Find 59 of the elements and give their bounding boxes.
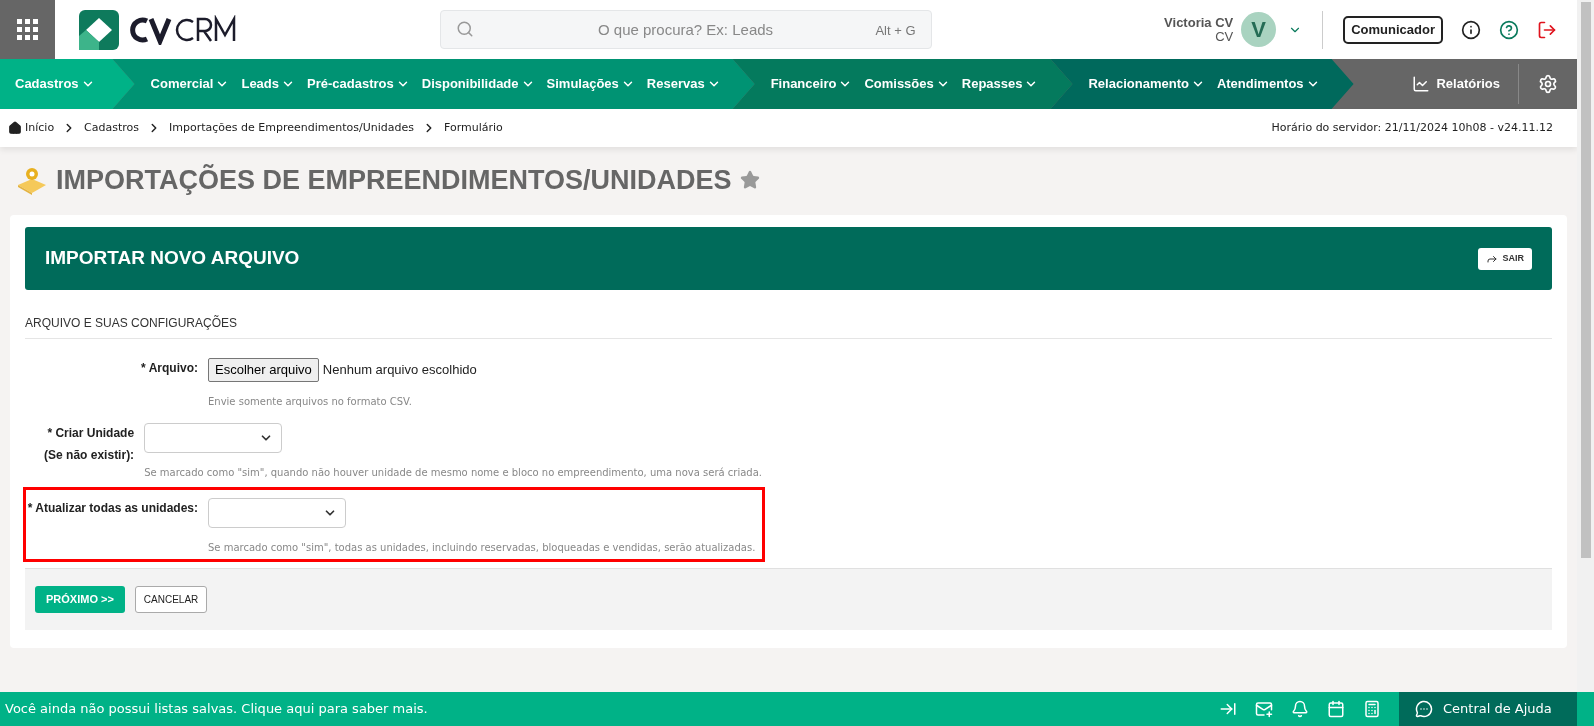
help-center-button[interactable]: Central de Ajuda: [1399, 692, 1577, 726]
select-field[interactable]: [208, 497, 346, 528]
select-field[interactable]: [144, 422, 283, 453]
field-label: * Criar Unidade (Se não existir):: [43, 424, 135, 464]
communicator-button[interactable]: Comunicador: [1343, 15, 1443, 44]
chart-icon: [1412, 75, 1431, 93]
nav-menu-item[interactable]: Repasses: [961, 74, 1039, 94]
reports-link[interactable]: Relatórios: [1412, 59, 1518, 109]
breadcrumb-link[interactable]: Formulário: [444, 119, 503, 137]
card-title: IMPORTAR NOVO ARQUIVO: [45, 246, 300, 271]
choose-file-button[interactable]: Escolher arquivo: [208, 358, 319, 382]
section-title: ARQUIVO E SUAS CONFIGURAÇÕES: [25, 314, 1552, 339]
page-title: IMPORTAÇÕES DE EMPREENDIMENTOS/UNIDADES: [56, 163, 732, 197]
scrollbar[interactable]: [1577, 0, 1594, 692]
user-avatar[interactable]: V: [1241, 12, 1277, 47]
field-hint: Se marcado como "sim", quando não houver unidade de mesmo nome e bloco no empreendimento, uma nova será criada.: [144, 465, 762, 480]
apps-menu-button[interactable]: [0, 0, 55, 59]
saved-lists-message[interactable]: Você ainda não possui listas salvas. Clique aqui para saber mais.: [0, 699, 428, 719]
cancel-button[interactable]: CANCELAR: [134, 585, 208, 613]
help-icon[interactable]: [1499, 19, 1519, 40]
grid-icon: [16, 18, 39, 41]
field-hint: Se marcado como "sim", todas as unidades, incluindo reservadas, bloqueadas e vendidas, serão atualizadas.: [208, 540, 756, 555]
nav-menu-item[interactable]: Cadastros: [15, 74, 95, 94]
server-time: Horário do servidor: 21/11/2024 10h08 - v24.11.12: [1271, 119, 1554, 136]
nav-menu-item[interactable]: Reservas: [646, 74, 721, 94]
nav-menu-item[interactable]: Atendimentos: [1216, 74, 1320, 94]
calendar-icon[interactable]: [1327, 700, 1345, 718]
gear-box-icon: [16, 165, 48, 195]
chat-icon: [1415, 700, 1433, 718]
nav-menu-item[interactable]: Relacionamento: [1088, 74, 1205, 94]
file-status: Nenhum arquivo escolhido: [322, 361, 477, 379]
logout-icon[interactable]: [1537, 19, 1557, 40]
nav-menu-item[interactable]: Comissões: [864, 74, 950, 94]
bell-icon[interactable]: [1291, 700, 1309, 718]
info-icon[interactable]: [1461, 19, 1481, 40]
settings-icon: [1538, 74, 1558, 94]
breadcrumb-link[interactable]: Início: [25, 119, 55, 137]
star-icon[interactable]: [739, 170, 760, 190]
exit-button[interactable]: SAIR: [1478, 247, 1532, 270]
mail-icon[interactable]: [1255, 700, 1273, 718]
shortcut-hint: Alt + G: [875, 22, 916, 40]
breadcrumb-link[interactable]: Cadastros: [84, 119, 140, 137]
nav-menu-item[interactable]: Leads: [241, 74, 296, 94]
breadcrumb-link[interactable]: Importações de Empreendimentos/Unidades: [169, 119, 414, 137]
user-name: Victoria CV: [1164, 15, 1234, 30]
field-label: * Atualizar todas as unidades:: [26, 499, 198, 517]
nav-menu-item[interactable]: Comercial: [150, 74, 230, 94]
arrow-to-line-icon[interactable]: [1219, 700, 1237, 718]
next-button[interactable]: PRÓXIMO >>: [35, 585, 125, 613]
calculator-icon[interactable]: [1363, 700, 1381, 718]
nav-menu-item[interactable]: Pré-cadastros: [307, 74, 410, 94]
user-role: CV: [1215, 29, 1234, 44]
field-label: * Arquivo:: [140, 360, 198, 377]
home-icon: [8, 121, 22, 135]
search-icon: [455, 20, 474, 38]
nav-menu-item[interactable]: Disponibilidade: [421, 74, 535, 94]
nav-menu-item[interactable]: Simulações: [546, 74, 635, 94]
nav-menu-item[interactable]: Financeiro: [770, 74, 853, 94]
field-hint: Envie somente arquivos no formato CSV.: [208, 394, 413, 409]
